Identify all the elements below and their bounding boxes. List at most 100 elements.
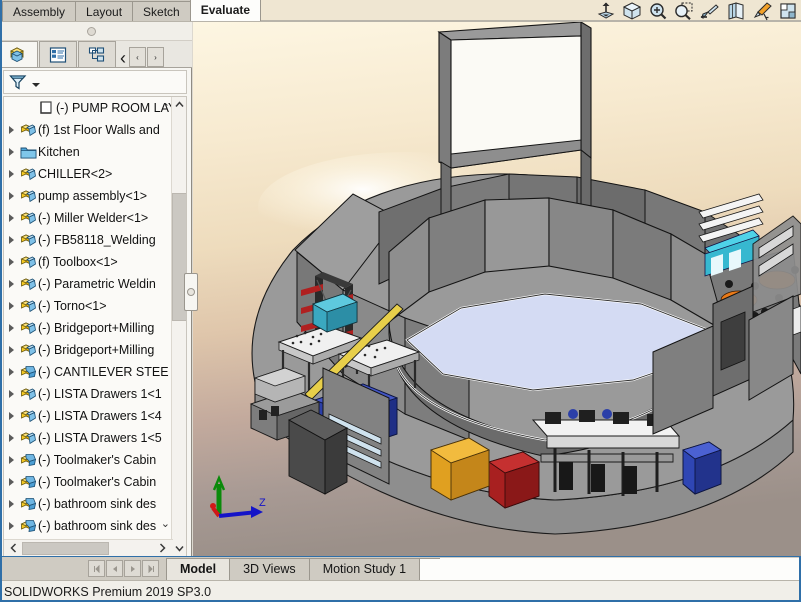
- feature-tree-item-label: (-) Toolmaker's Cabin: [38, 453, 157, 467]
- ribbon-tab-sketch[interactable]: Sketch: [132, 1, 191, 21]
- expand-arrow-icon[interactable]: [4, 449, 18, 471]
- doc-nav-last-button[interactable]: [142, 560, 159, 577]
- expand-arrow-icon[interactable]: [4, 251, 18, 273]
- assembly-blue-icon: [18, 471, 38, 493]
- feature-tree-item-label: (-) bathroom sink des: [38, 497, 157, 511]
- view-orientation-icon[interactable]: [621, 1, 643, 21]
- property-manager-tab[interactable]: [39, 41, 77, 67]
- view-settings-icon[interactable]: [699, 1, 721, 21]
- feature-tree-item-label: (-) Bridgeport+Milling: [38, 343, 155, 357]
- filter-dropdown-caret[interactable]: [32, 83, 40, 87]
- expand-arrow-icon[interactable]: [4, 163, 18, 185]
- configuration-manager-tab[interactable]: [78, 41, 116, 67]
- expand-arrow-icon[interactable]: [4, 493, 18, 515]
- expand-arrow-icon[interactable]: [4, 119, 18, 141]
- doc-nav-first-button[interactable]: [88, 560, 105, 577]
- tree-filter-row[interactable]: [3, 70, 187, 94]
- tree-vertical-scrollbar[interactable]: [171, 97, 186, 556]
- feature-tree-item[interactable]: (f) 1st Floor Walls and: [4, 119, 172, 141]
- expand-arrow-icon[interactable]: [4, 229, 18, 251]
- feature-tree-item[interactable]: (-) Toolmaker's Cabin: [4, 449, 172, 471]
- feature-tree-item[interactable]: (-) Toolmaker's Cabin: [4, 471, 172, 493]
- filter-funnel-icon[interactable]: [8, 73, 28, 91]
- tree-row-scroll-down-chevron[interactable]: ⌄: [161, 517, 170, 530]
- feature-tree-item[interactable]: (-) Bridgeport+Milling: [4, 339, 172, 361]
- graphics-viewport[interactable]: Z: [193, 22, 801, 556]
- expand-arrow-icon[interactable]: [4, 141, 18, 163]
- document-tab-model[interactable]: Model: [166, 557, 231, 580]
- assembly-icon: [18, 251, 38, 273]
- expand-arrow-icon[interactable]: [4, 273, 18, 295]
- expand-arrow-icon[interactable]: [4, 317, 18, 339]
- feature-tree-item[interactable]: (-) LISTA Drawers 1<5: [4, 427, 172, 449]
- tree-scroll-right-button[interactable]: [155, 540, 169, 556]
- feature-tree-item-label: (-) CANTILEVER STEE: [38, 365, 169, 379]
- feature-tree-item[interactable]: pump assembly<1>: [4, 185, 172, 207]
- tree-nav-forward-button[interactable]: ›: [147, 47, 164, 67]
- feature-tree-item-label: (f) Toolbox<1>: [38, 255, 118, 269]
- feature-manager-tab[interactable]: [0, 41, 38, 67]
- expand-arrow-icon[interactable]: [4, 361, 18, 383]
- feature-tree: (-) PUMP ROOM LAY ⌃ (f) 1st Floor Walls a…: [3, 96, 187, 557]
- feature-tree-item[interactable]: (-) FB58118_Welding: [4, 229, 172, 251]
- folder-icon: [18, 141, 38, 163]
- zoom-to-area-icon[interactable]: [647, 1, 669, 21]
- tree-scroll-left-button[interactable]: [6, 540, 20, 556]
- document-tab-motion-study[interactable]: Motion Study 1: [308, 557, 421, 580]
- assembly-icon: [18, 339, 38, 361]
- expand-arrow-icon[interactable]: [4, 405, 18, 427]
- panel-splitter-handle[interactable]: [184, 273, 198, 311]
- tree-horizontal-scrollbar[interactable]: [4, 539, 173, 556]
- document-tab-3d-views[interactable]: 3D Views: [229, 557, 310, 580]
- assembly-icon: [18, 427, 38, 449]
- assembly-icon: [18, 207, 38, 229]
- feature-tree-item-label: (-) PUMP ROOM LAY: [56, 101, 172, 115]
- expand-arrow-icon[interactable]: [4, 207, 18, 229]
- zoom-to-fit-icon[interactable]: [673, 1, 695, 21]
- tree-scroll-up-button[interactable]: [172, 97, 186, 112]
- expand-arrow-icon[interactable]: [4, 295, 18, 317]
- tree-nav-back-button[interactable]: ‹: [129, 47, 146, 67]
- solidworks-window: Assembly Layout Sketch Evaluate ‹ ‹ › (-…: [0, 0, 801, 602]
- tree-scroll-down-button[interactable]: [172, 541, 186, 556]
- feature-tree-item-label: (-) Miller Welder<1>: [38, 211, 149, 225]
- status-bar-text: SOLIDWORKS Premium 2019 SP3.0: [4, 584, 212, 599]
- feature-tree-item[interactable]: (-) PUMP ROOM LAY ⌃: [4, 97, 172, 119]
- expand-arrow-icon[interactable]: [4, 185, 18, 207]
- feature-tree-item[interactable]: (-) LISTA Drawers 1<1: [4, 383, 172, 405]
- feature-tree-item[interactable]: Kitchen: [4, 141, 172, 163]
- feature-tree-item-label: (-) Parametric Weldin: [38, 277, 156, 291]
- feature-tree-item[interactable]: (f) Toolbox<1>: [4, 251, 172, 273]
- document-tab-add-button[interactable]: [419, 557, 442, 580]
- feature-tree-item[interactable]: (-) Miller Welder<1>: [4, 207, 172, 229]
- tree-row-scroll-up-chevron[interactable]: ⌃: [161, 101, 170, 114]
- section-view-icon[interactable]: [595, 1, 617, 21]
- scene-icon[interactable]: [777, 1, 799, 21]
- expand-arrow-icon[interactable]: [4, 383, 18, 405]
- ribbon-tab-evaluate[interactable]: Evaluate: [189, 0, 262, 21]
- feature-tree-item[interactable]: CHILLER<2>: [4, 163, 172, 185]
- doc-nav-prev-button[interactable]: [106, 560, 123, 577]
- display-style-icon[interactable]: [725, 1, 747, 21]
- feature-tree-item[interactable]: (-) Bridgeport+Milling: [4, 317, 172, 339]
- ribbon-tab-assembly[interactable]: Assembly: [2, 1, 77, 21]
- document-tab-empty-area: [440, 556, 801, 581]
- panel-pin-icon[interactable]: [87, 27, 96, 36]
- feature-tree-item[interactable]: (-) LISTA Drawers 1<4: [4, 405, 172, 427]
- expand-arrow-icon[interactable]: [4, 515, 18, 537]
- expand-arrow-icon[interactable]: [4, 339, 18, 361]
- feature-tree-item[interactable]: (-) CANTILEVER STEE: [4, 361, 172, 383]
- doc-nav-next-button[interactable]: [124, 560, 141, 577]
- assembly-icon: [18, 317, 38, 339]
- feature-tree-item[interactable]: (-) bathroom sink des: [4, 493, 172, 515]
- panel-collapse-chevron[interactable]: ‹: [120, 49, 126, 67]
- expand-arrow-icon[interactable]: [4, 471, 18, 493]
- expand-arrow-icon[interactable]: [4, 427, 18, 449]
- ribbon-tab-layout[interactable]: Layout: [75, 1, 134, 21]
- feature-tree-item[interactable]: (-) Parametric Weldin: [4, 273, 172, 295]
- assembly-icon: [18, 383, 38, 405]
- feature-tree-item[interactable]: (-) Torno<1>: [4, 295, 172, 317]
- appearances-icon[interactable]: [751, 1, 773, 21]
- feature-tree-item[interactable]: (-) bathroom sink des ⌄: [4, 515, 172, 537]
- tree-hscrollbar-thumb[interactable]: [22, 542, 109, 555]
